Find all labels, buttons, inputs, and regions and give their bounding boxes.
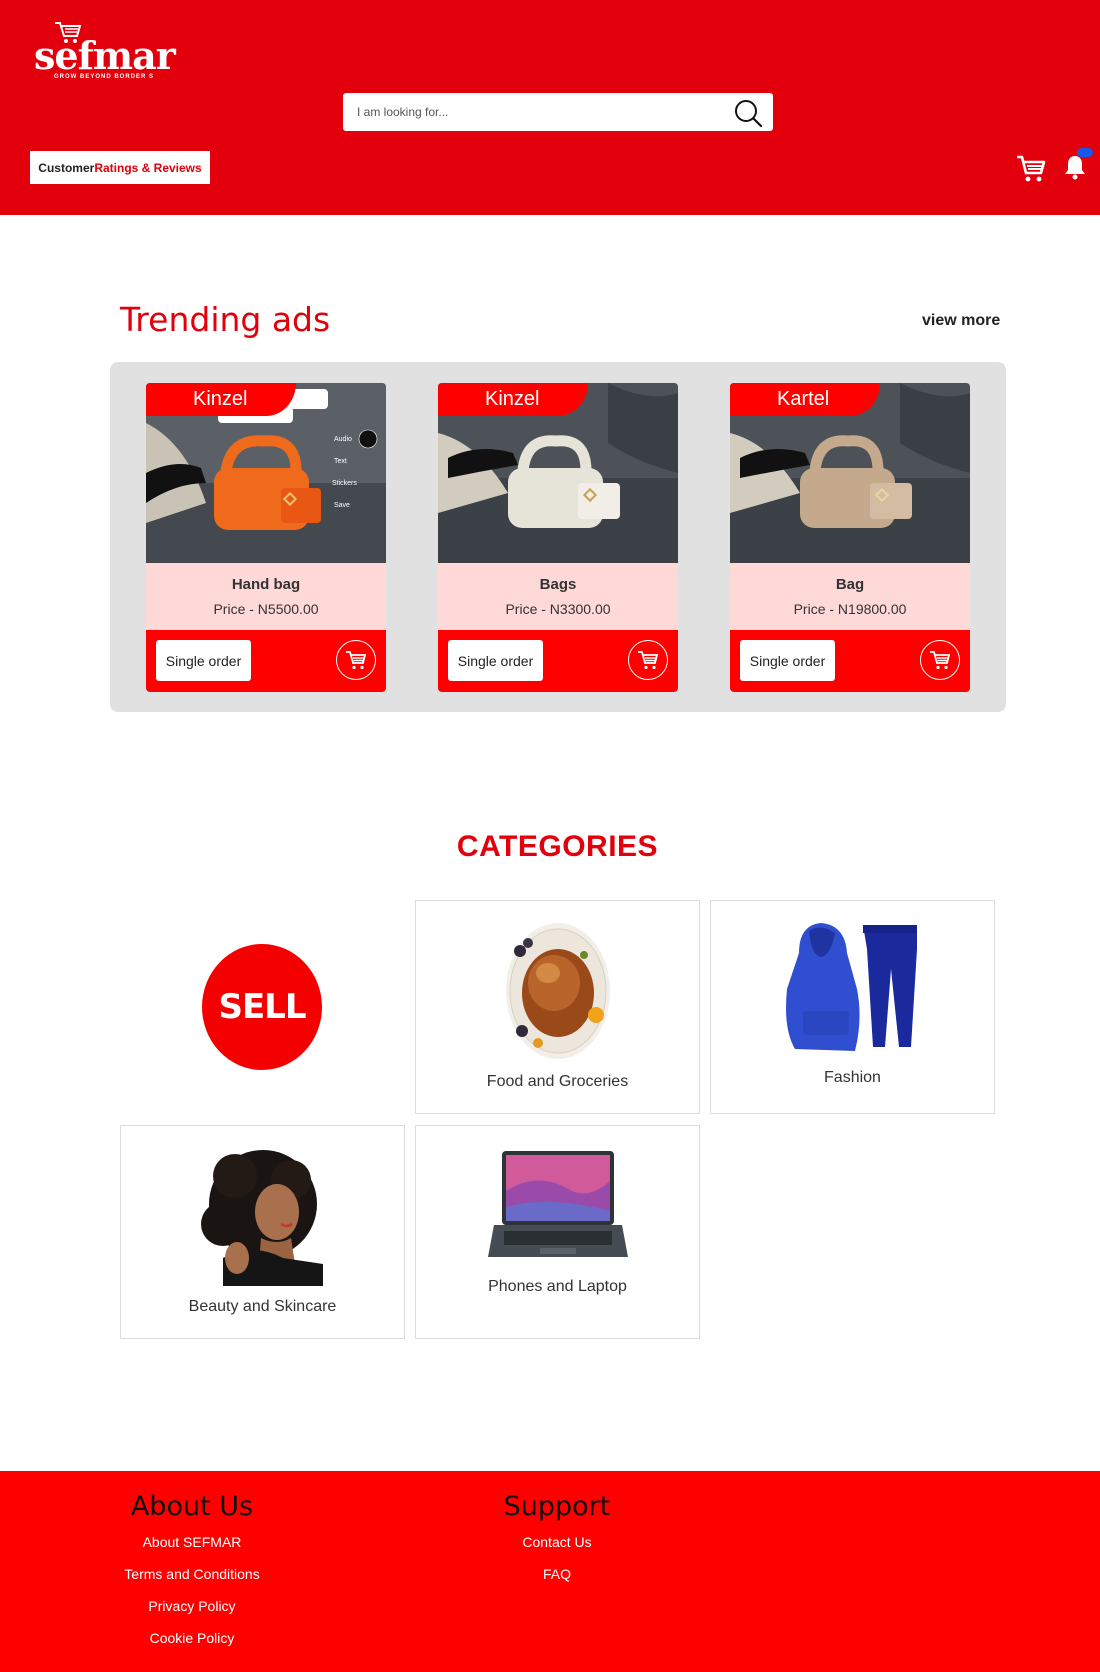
seller-tag: Kartel bbox=[730, 383, 880, 416]
footer-about-title: About Us bbox=[130, 1491, 254, 1522]
svg-text:Text: Text bbox=[334, 458, 347, 465]
footer-link-contact[interactable]: Contact Us bbox=[407, 1528, 707, 1560]
product-name: Hand bag bbox=[231, 576, 301, 593]
bell-icon[interactable] bbox=[1064, 154, 1086, 180]
trending-title: Trending ads bbox=[120, 300, 331, 339]
product-price: Price - N5500.00 bbox=[213, 601, 319, 617]
category-label: Food and Groceries bbox=[486, 1073, 629, 1090]
svg-text:Stickers: Stickers bbox=[332, 480, 357, 487]
cart-icon[interactable] bbox=[1015, 152, 1047, 184]
product-name: Bag bbox=[835, 576, 865, 593]
search-bar bbox=[343, 93, 773, 131]
footer-support-column: Support Contact Us FAQ bbox=[407, 1491, 707, 1592]
product-card[interactable]: Kartel Bag Price - N19800.00 Single orde… bbox=[730, 383, 970, 692]
product-actions: Single order bbox=[146, 630, 386, 692]
logo-wordmark: sefmar bbox=[34, 33, 176, 78]
footer-link-faq[interactable]: FAQ bbox=[407, 1560, 707, 1592]
cart-icon bbox=[638, 651, 659, 670]
footer-link-privacy[interactable]: Privacy Policy bbox=[42, 1592, 342, 1624]
roast-chicken-image bbox=[506, 923, 610, 1059]
footer-about-column: About Us About SEFMAR Terms and Conditio… bbox=[42, 1491, 342, 1656]
woman-curly-hair-image bbox=[201, 1150, 323, 1286]
single-order-button[interactable]: Single order bbox=[156, 640, 251, 681]
footer-support-title: Support bbox=[503, 1491, 611, 1522]
seller-tag: Kinzel bbox=[438, 383, 588, 416]
cart-icon bbox=[346, 651, 367, 670]
hoodie-tracksuit-image bbox=[786, 923, 917, 1051]
logo-tagline: GROW BEYOND BORDER S bbox=[54, 74, 155, 80]
site-footer: About Us About SEFMAR Terms and Conditio… bbox=[0, 1471, 1100, 1672]
product-actions: Single order bbox=[730, 630, 970, 692]
svg-text:Audio: Audio bbox=[334, 436, 352, 443]
customer-ratings-button[interactable]: Customer Ratings & Reviews bbox=[30, 151, 210, 184]
categories-title: CATEGORIES bbox=[456, 830, 659, 863]
product-info: Bags Price - N3300.00 bbox=[438, 563, 678, 630]
notification-badge bbox=[1077, 148, 1093, 157]
product-image: Kinzel bbox=[438, 383, 678, 563]
single-order-button[interactable]: Single order bbox=[740, 640, 835, 681]
laptop-image bbox=[488, 1151, 628, 1257]
category-phones-and-laptop[interactable]: Phones and Laptop bbox=[415, 1125, 700, 1339]
category-food-and-groceries[interactable]: Food and Groceries bbox=[415, 900, 700, 1114]
ratings-label-customer: Customer bbox=[38, 160, 95, 175]
add-to-cart-button[interactable] bbox=[920, 640, 960, 680]
search-input[interactable] bbox=[357, 93, 717, 131]
add-to-cart-button[interactable] bbox=[336, 640, 376, 680]
cart-icon bbox=[930, 651, 951, 670]
product-image: Kartel bbox=[730, 383, 970, 563]
svg-text:Save: Save bbox=[334, 502, 350, 509]
product-image: Audio Text Stickers Save Kinzel bbox=[146, 383, 386, 563]
sefmar-logo[interactable]: sefmar GROW BEYOND BORDER S bbox=[30, 20, 180, 86]
product-name: Bags bbox=[539, 576, 577, 593]
category-beauty-and-skincare[interactable]: Beauty and Skincare bbox=[120, 1125, 405, 1339]
category-label: Phones and Laptop bbox=[488, 1278, 627, 1295]
footer-link-terms[interactable]: Terms and Conditions bbox=[42, 1560, 342, 1592]
ratings-label-reviews: Ratings & Reviews bbox=[94, 160, 202, 175]
product-card[interactable]: Kinzel Bags Price - N3300.00 Single orde… bbox=[438, 383, 678, 692]
product-info: Bag Price - N19800.00 bbox=[730, 563, 970, 630]
single-order-button[interactable]: Single order bbox=[448, 640, 543, 681]
footer-link-about[interactable]: About SEFMAR bbox=[42, 1528, 342, 1560]
sell-button[interactable]: SELL bbox=[202, 944, 322, 1070]
add-to-cart-button[interactable] bbox=[628, 640, 668, 680]
product-price: Price - N3300.00 bbox=[505, 601, 611, 617]
category-fashion[interactable]: Fashion bbox=[710, 900, 995, 1114]
seller-tag: Kinzel bbox=[146, 383, 296, 416]
product-card[interactable]: Audio Text Stickers Save Kinzel Hand bag… bbox=[146, 383, 386, 692]
footer-link-cookie[interactable]: Cookie Policy bbox=[42, 1624, 342, 1656]
category-label: Beauty and Skincare bbox=[188, 1298, 337, 1315]
view-more-link[interactable]: view more bbox=[922, 312, 1000, 330]
product-price: Price - N19800.00 bbox=[793, 601, 907, 617]
product-actions: Single order bbox=[438, 630, 678, 692]
product-info: Hand bag Price - N5500.00 bbox=[146, 563, 386, 630]
search-icon[interactable] bbox=[733, 98, 763, 128]
category-label: Fashion bbox=[824, 1069, 881, 1086]
site-header: sefmar GROW BEYOND BORDER S CustomerRati… bbox=[0, 0, 1100, 215]
